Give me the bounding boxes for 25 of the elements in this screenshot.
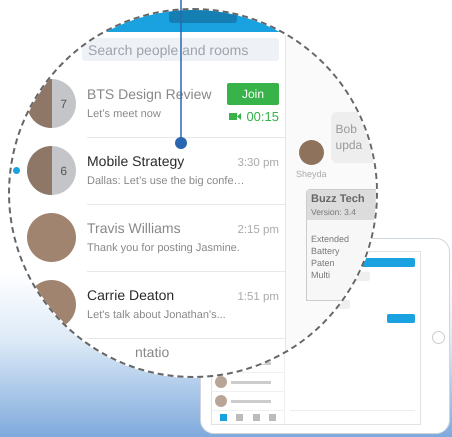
conversation-title: Carrie Deaton [87,287,174,303]
video-camera-icon [229,112,242,120]
group-avatar: 6 [27,146,76,195]
message-preview: Thank you for posting Jasmine. [87,242,241,254]
conversation-title: Mobile Strategy [87,153,184,169]
conversation-title: Travis Williams [87,220,181,236]
conversation-title: ntatio [135,344,170,360]
call-duration: 00:15 [246,108,279,124]
card-version: Version: 3.4 [311,207,357,217]
search-field[interactable]: Search people and rooms [82,38,279,61]
message-preview: Let's talk about Jonathan's... [87,309,227,321]
message-time: 2:15 pm [237,224,279,236]
message-time: 3:30 pm [237,157,279,169]
card-text: Extended [311,234,350,244]
message-preview: Dallas: Let’s use the big confe… [87,175,246,187]
avatar-photo-placeholder [298,140,324,165]
card-text: Battery [311,246,341,256]
card-text: Multi [311,270,332,280]
message-preview: Let’s meet now [87,108,162,120]
card-text: Paten [311,258,336,268]
sender-name: Sheyda [296,169,327,179]
join-button[interactable]: Join [227,82,279,104]
card-title: Buzz Tech [311,193,366,205]
message-time: 1:51 pm [237,291,279,303]
avatar-photo-placeholder [27,213,76,262]
